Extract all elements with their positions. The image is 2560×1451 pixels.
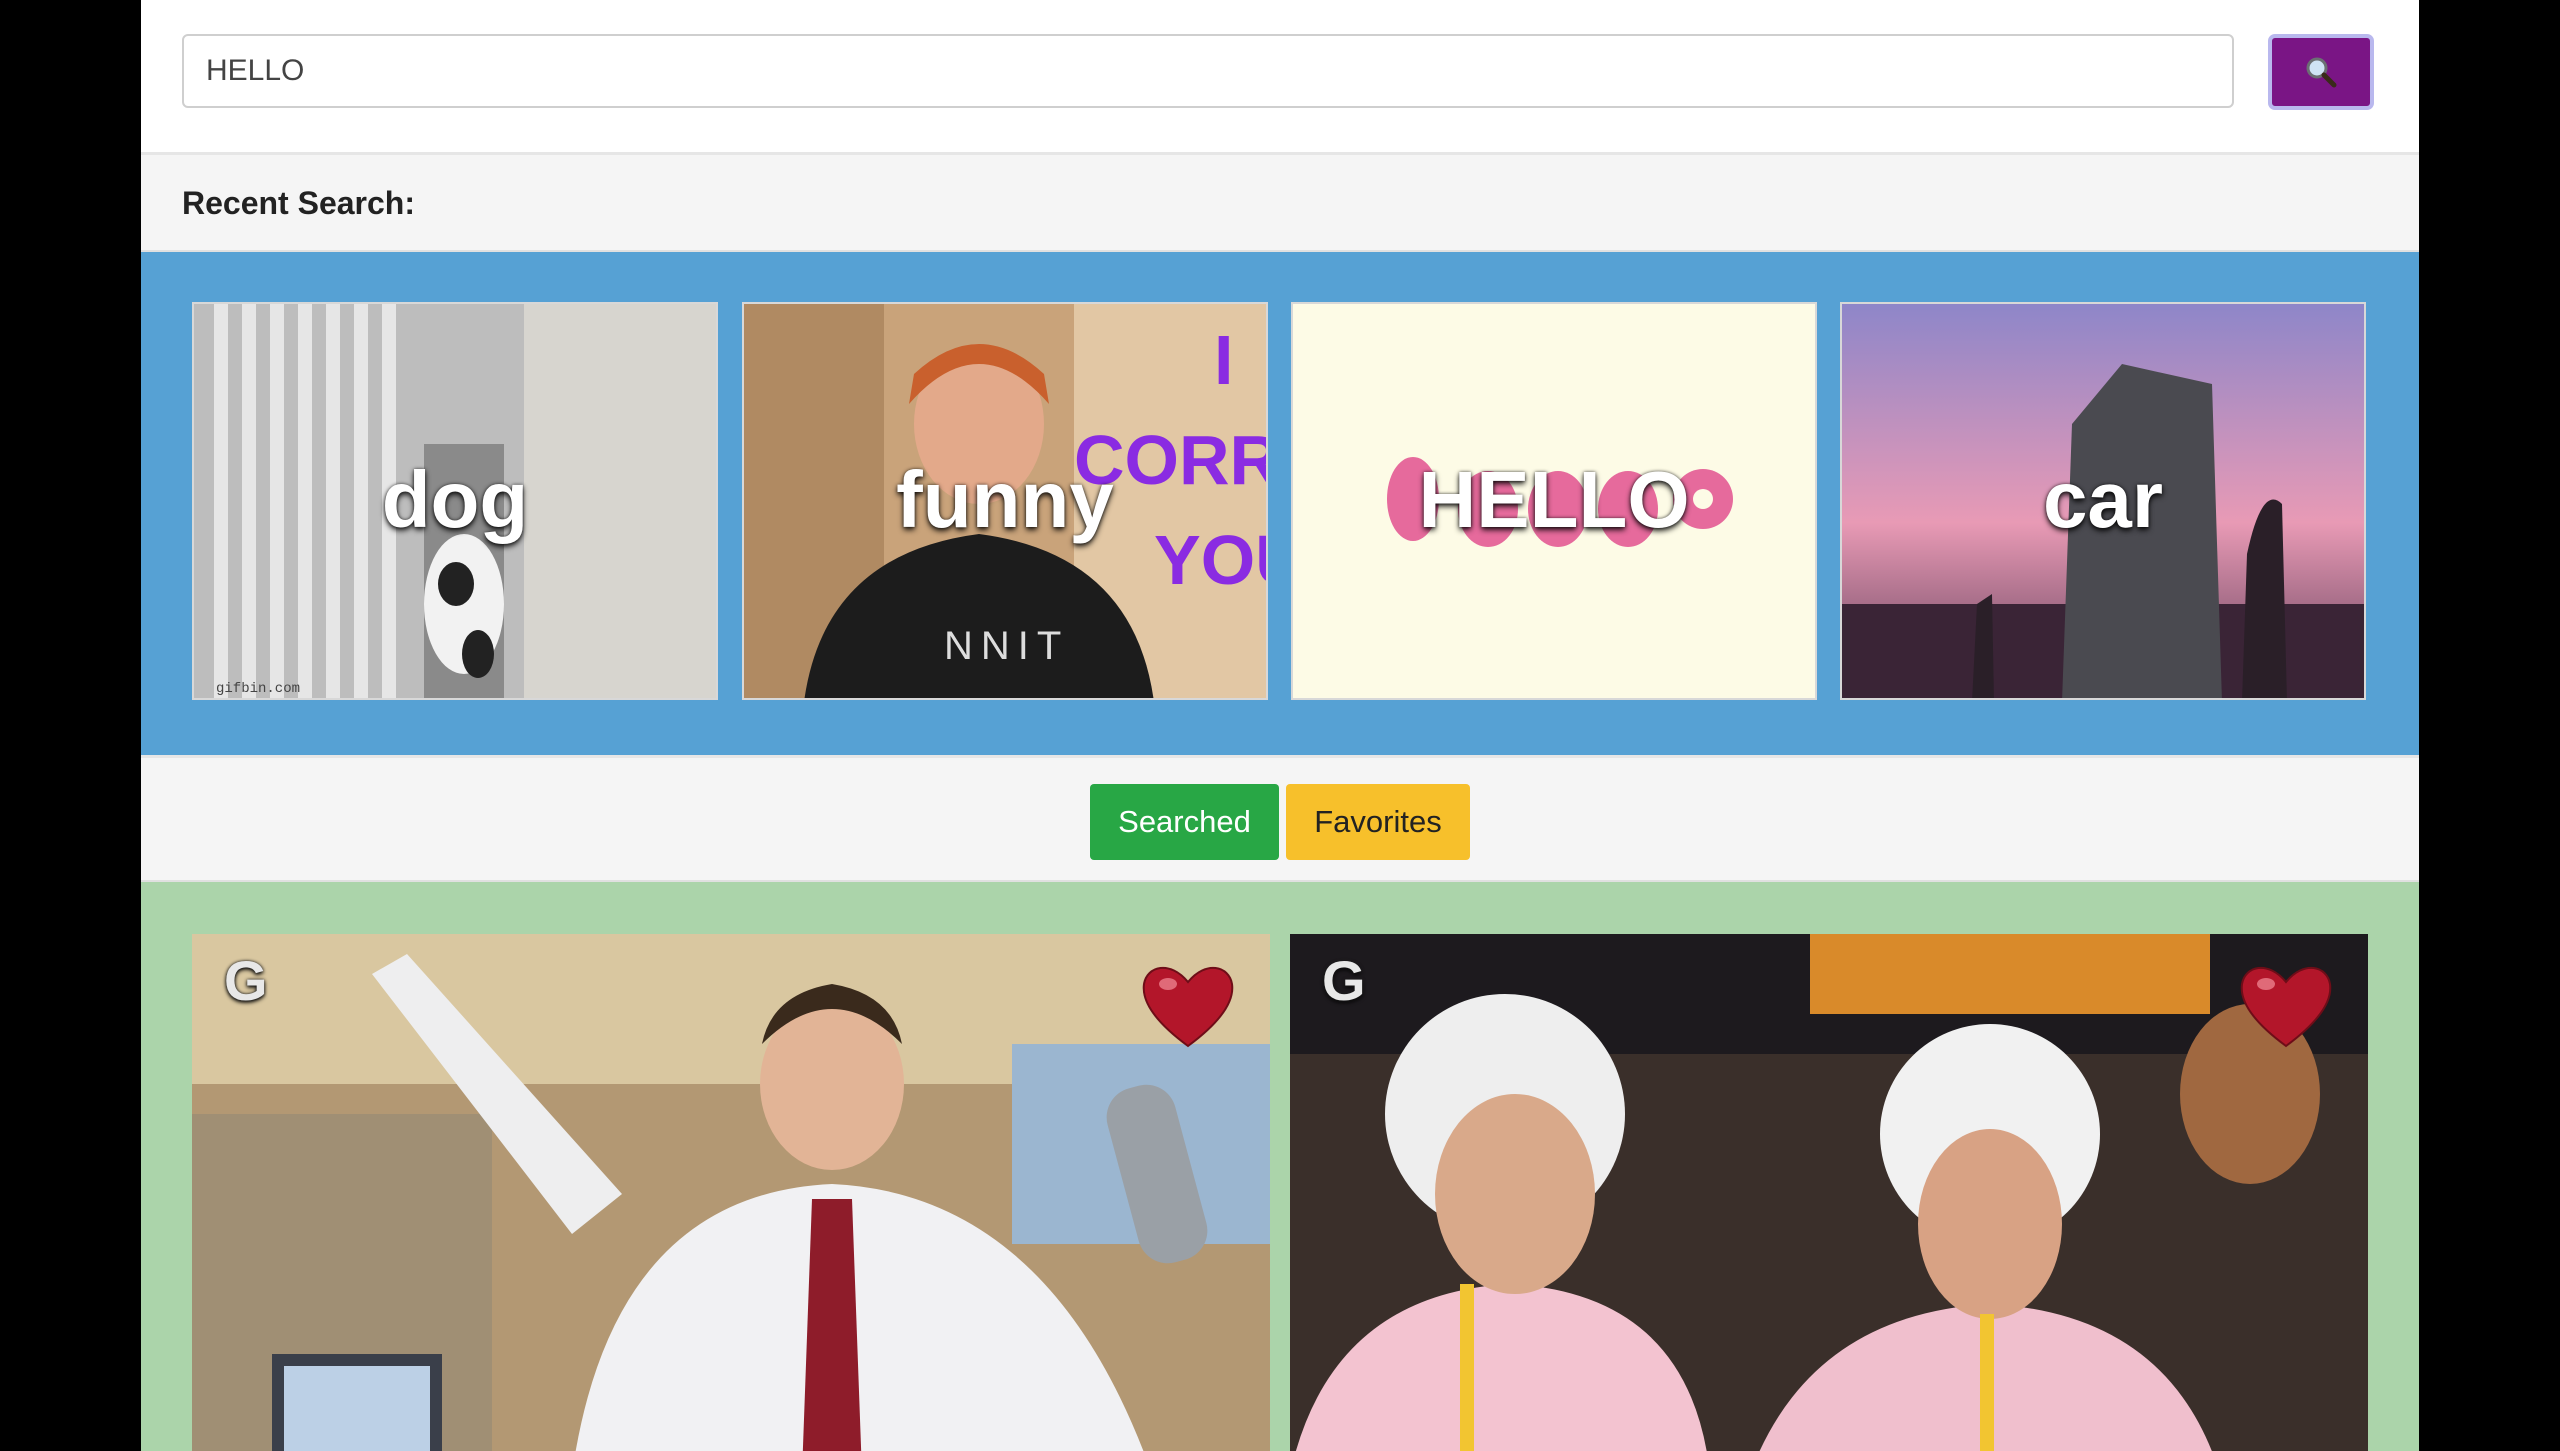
gif-card[interactable]: G bbox=[192, 934, 1270, 1451]
recent-search-title: Recent Search: bbox=[182, 185, 415, 221]
recent-search-card[interactable]: HELLO bbox=[1291, 302, 1817, 700]
recent-search-card[interactable]: car bbox=[1840, 302, 2366, 700]
recent-search-card[interactable]: I CORRE YOU NNIT funny bbox=[742, 302, 1268, 700]
recent-search-label: funny bbox=[896, 455, 1114, 544]
recent-search-card[interactable]: gifbin.com dog bbox=[192, 302, 718, 700]
results-grid: G G bbox=[141, 882, 2419, 1451]
tab-searched[interactable]: Searched bbox=[1090, 784, 1279, 860]
gif-card[interactable]: G bbox=[1290, 934, 2368, 1451]
search-input[interactable] bbox=[182, 34, 2234, 108]
heart-icon bbox=[1142, 966, 1234, 1048]
svg-text:NNIT: NNIT bbox=[944, 624, 1069, 668]
favorite-button[interactable] bbox=[2238, 960, 2334, 1050]
gif-image bbox=[1290, 934, 2368, 1451]
svg-text:gifbin.com: gifbin.com bbox=[216, 681, 300, 697]
rating-badge: G bbox=[224, 949, 268, 1012]
rating-badge: G bbox=[1322, 949, 1366, 1012]
favorite-button[interactable] bbox=[1140, 960, 1236, 1050]
tab-bar: Searched Favorites bbox=[141, 758, 2419, 882]
search-icon bbox=[2306, 57, 2337, 88]
recent-search-header: Recent Search: bbox=[141, 155, 2419, 252]
recent-search-label: HELLO bbox=[1418, 455, 1690, 544]
recent-search-label: dog bbox=[381, 455, 529, 544]
tab-favorites[interactable]: Favorites bbox=[1286, 784, 1470, 860]
svg-text:I: I bbox=[1214, 321, 1233, 399]
recent-search-strip: gifbin.com dog I CORRE YOU NNIT funny bbox=[141, 252, 2419, 758]
app: Recent Search: gifbin.com dog bbox=[141, 0, 2419, 1451]
search-button[interactable] bbox=[2268, 34, 2374, 110]
search-bar bbox=[141, 0, 2419, 155]
recent-search-label: car bbox=[2042, 455, 2164, 544]
heart-icon bbox=[2240, 966, 2332, 1048]
gif-image bbox=[192, 934, 1270, 1451]
